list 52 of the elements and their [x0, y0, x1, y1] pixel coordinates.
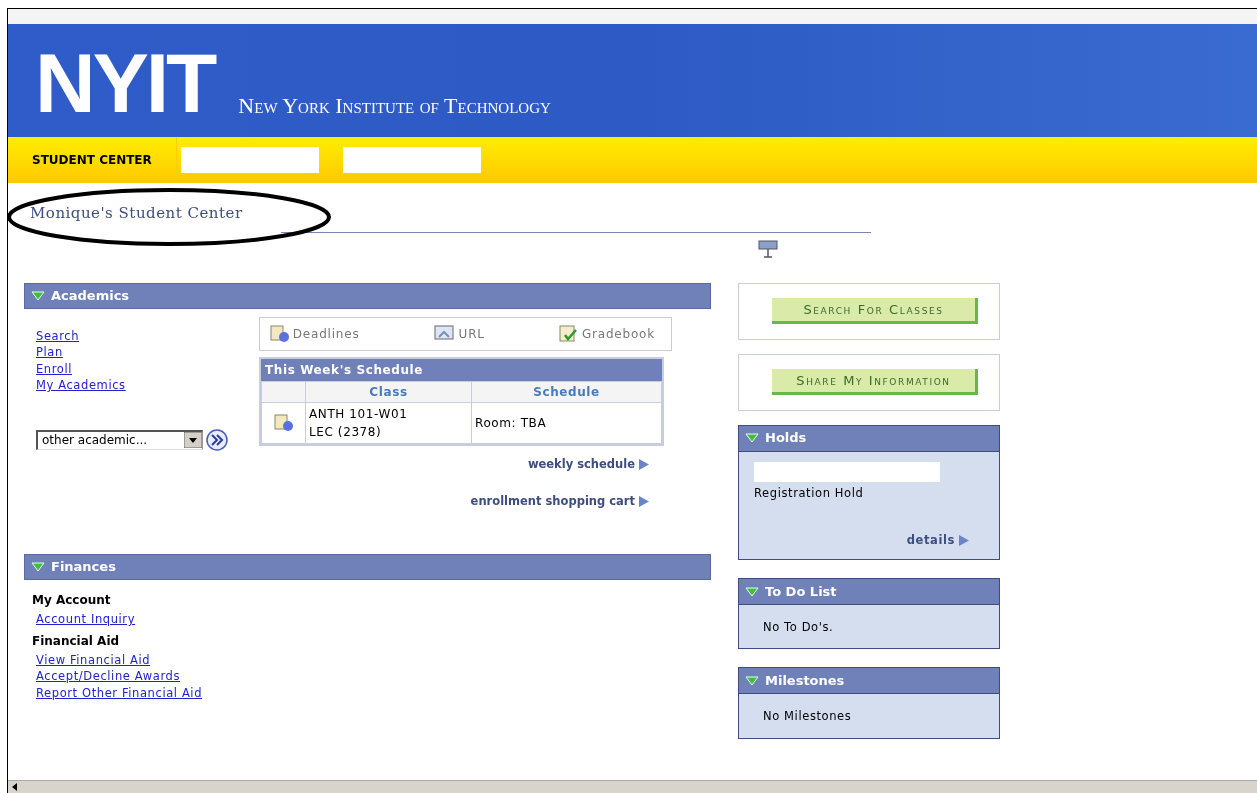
monitor-icon: [433, 324, 456, 343]
collapse-triangle-icon[interactable]: [31, 290, 45, 301]
collapse-triangle-icon[interactable]: [745, 675, 759, 686]
dropdown[interactable]: other academic...: [36, 429, 203, 450]
toolbar-link[interactable]: Deadlines: [270, 324, 360, 343]
section-heading: Financial Aid: [32, 632, 121, 650]
column-header: Class: [305, 381, 472, 402]
details-link[interactable]: details: [906, 531, 969, 549]
hold-text: Registration Hold: [754, 484, 865, 502]
finance-link[interactable]: View Financial Aid: [36, 652, 151, 668]
calendar-info-icon: [273, 413, 294, 432]
arrow-icon: [959, 534, 969, 546]
academics-link[interactable]: Enroll: [36, 361, 73, 377]
academics-link[interactable]: Plan: [36, 345, 63, 360]
panel-title: Milestones: [765, 672, 845, 690]
nav-tab[interactable]: STUDENT CENTER: [8, 137, 177, 183]
section-heading: My Account: [32, 592, 112, 609]
nav-link[interactable]: weekly schedule: [527, 455, 649, 473]
panel-title: To Do List: [765, 582, 837, 601]
action-button[interactable]: Share My Information: [772, 369, 978, 395]
page-title: Monique's Student Center: [30, 203, 243, 224]
finance-link[interactable]: Accept/Decline Awards: [36, 669, 180, 684]
academics-link[interactable]: My Academics: [36, 378, 126, 393]
academics-link[interactable]: Search: [36, 328, 80, 344]
collapse-triangle-icon[interactable]: [745, 586, 759, 597]
column-header: Schedule: [471, 381, 662, 402]
go-button-icon[interactable]: [205, 428, 228, 451]
table-cell: Room: TBA: [471, 402, 662, 443]
institution-name: New York Institute of Technology: [238, 95, 551, 117]
status-message: No Milestones: [763, 708, 853, 726]
table-title: This Week's Schedule: [261, 358, 662, 381]
action-button[interactable]: Search For Classes: [772, 298, 978, 324]
status-message: No To Do's.: [763, 619, 835, 636]
arrow-icon: [639, 458, 649, 470]
finance-link[interactable]: Report Other Financial Aid: [36, 685, 203, 701]
logo: NYIT: [35, 36, 216, 129]
arrow-icon: [639, 495, 649, 507]
toolbar-link[interactable]: Gradebook: [559, 324, 655, 343]
calendar-info-icon: [270, 324, 290, 343]
toolbar-link[interactable]: URL: [433, 324, 485, 343]
panel-title: Finances: [51, 558, 116, 577]
collapse-triangle-icon[interactable]: [31, 562, 45, 572]
horizontal-scrollbar[interactable]: [8, 780, 1257, 793]
checklist-icon: [559, 324, 580, 343]
collapse-triangle-icon[interactable]: [745, 433, 759, 443]
table-cell: ANTH 101-W01 LEC (2378): [305, 402, 472, 443]
presentation-icon[interactable]: [758, 239, 778, 258]
finance-link[interactable]: Account Inquiry: [36, 612, 136, 627]
panel-title: Holds: [765, 429, 807, 448]
dropdown-arrow-icon[interactable]: [184, 432, 202, 448]
panel-title: Academics: [51, 286, 130, 305]
nav-link[interactable]: enrollment shopping cart: [470, 492, 649, 510]
